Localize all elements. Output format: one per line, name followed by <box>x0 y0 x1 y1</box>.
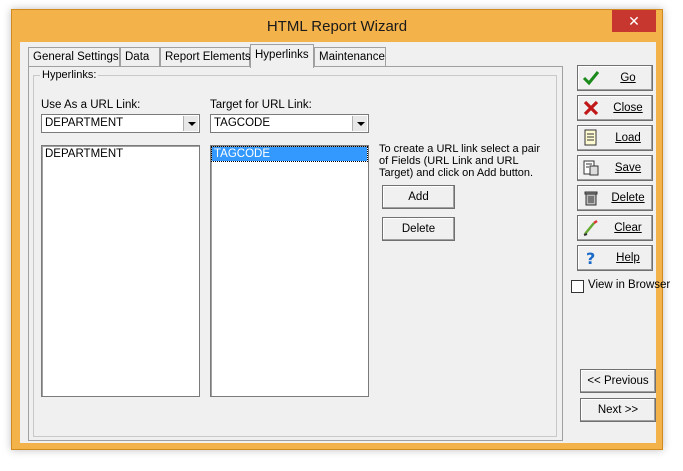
load-button[interactable]: Load <box>577 125 653 151</box>
delete-label: Delete <box>611 192 645 204</box>
view-in-browser-checkbox[interactable] <box>571 280 584 293</box>
wizard-window: HTML Report Wizard ✕ General Settings Da… <box>11 9 670 450</box>
help-label: Help <box>616 252 640 264</box>
save-label: Save <box>614 162 642 174</box>
close-label: Close <box>613 102 643 114</box>
checkmark-icon <box>582 71 600 86</box>
red-x-icon <box>583 100 599 116</box>
url-link-label: Use As a URL Link: <box>41 99 141 111</box>
target-label: Target for URL Link: <box>210 99 312 111</box>
document-icon <box>584 129 597 146</box>
clear-button[interactable]: Clear <box>577 215 653 241</box>
group-label: Hyperlinks: <box>40 69 99 81</box>
chevron-down-icon[interactable] <box>352 116 367 131</box>
list-item[interactable]: DEPARTMENT <box>43 147 198 161</box>
client-area: General Settings Data Report Elements Hy… <box>20 42 670 443</box>
tab-maintenance[interactable]: Maintenance <box>314 47 386 67</box>
delete-button[interactable]: Delete <box>577 185 653 211</box>
target-value: TAGCODE <box>214 117 271 129</box>
previous-button[interactable]: << Previous <box>580 369 656 393</box>
svg-text:?: ? <box>586 249 595 267</box>
tab-hyperlinks[interactable]: Hyperlinks <box>250 44 314 68</box>
clear-label: Clear <box>614 222 642 234</box>
chevron-down-icon[interactable] <box>183 116 198 131</box>
delete-link-button[interactable]: Delete <box>382 217 455 241</box>
eraser-brush-icon <box>583 219 598 236</box>
target-list[interactable]: TAGCODE <box>210 145 369 397</box>
help-text: To create a URL link select a pair of Fi… <box>379 143 540 179</box>
window-title: HTML Report Wizard <box>266 18 408 35</box>
trash-icon <box>584 191 598 206</box>
title-bar[interactable]: HTML Report Wizard ✕ <box>12 10 662 42</box>
save-button[interactable]: Save <box>577 155 653 181</box>
list-item[interactable]: TAGCODE <box>211 146 368 162</box>
tab-data[interactable]: Data <box>120 47 160 67</box>
help-button[interactable]: ? Help <box>577 245 653 271</box>
target-combo[interactable]: TAGCODE <box>210 114 369 133</box>
tab-report-elements[interactable]: Report Elements <box>160 47 251 67</box>
url-link-combo[interactable]: DEPARTMENT <box>41 114 200 133</box>
view-in-browser-label: View in Browser <box>588 279 671 291</box>
close-icon: ✕ <box>628 13 640 29</box>
close-button[interactable]: Close <box>577 95 653 121</box>
close-window-button[interactable]: ✕ <box>612 10 656 32</box>
next-button[interactable]: Next >> <box>580 398 656 422</box>
tab-general-settings[interactable]: General Settings <box>28 47 120 67</box>
url-link-list[interactable]: DEPARTMENT <box>41 145 200 397</box>
load-label: Load <box>615 132 641 144</box>
save-document-icon <box>583 160 599 176</box>
question-mark-icon: ? <box>586 249 595 267</box>
go-label: Go <box>620 72 636 84</box>
url-link-value: DEPARTMENT <box>45 117 124 129</box>
go-button[interactable]: Go <box>577 65 653 91</box>
add-button[interactable]: Add <box>382 185 455 209</box>
hyperlinks-panel: Hyperlinks: Use As a URL Link: DEPARTMEN… <box>28 66 563 441</box>
